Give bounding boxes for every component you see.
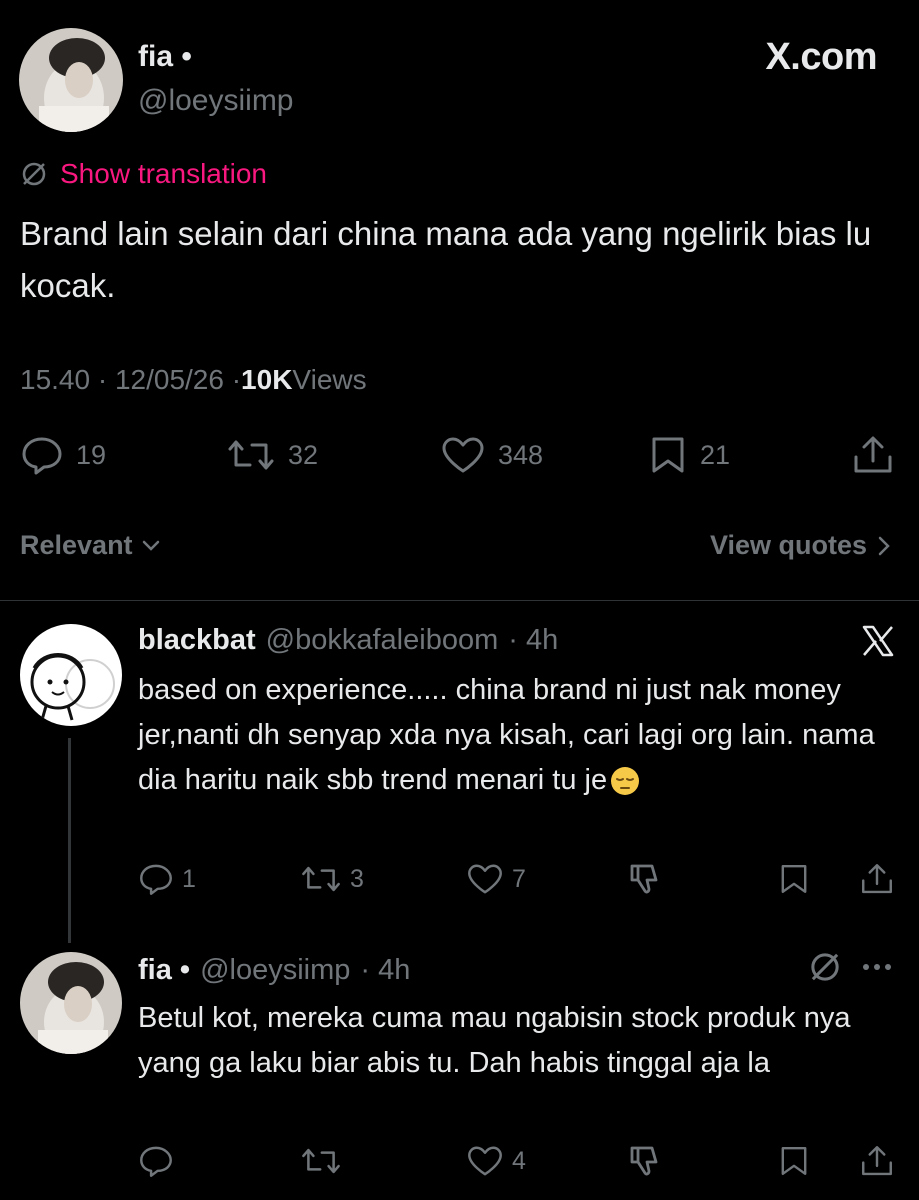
reply-icon [138,1144,174,1178]
chevron-down-icon [141,539,161,553]
share-button[interactable] [852,435,894,475]
like-button[interactable]: 348 [440,435,543,475]
share-icon [860,862,894,896]
reply-downvote-button[interactable] [628,862,664,896]
reply-header: fia • @loeysiimp · 4h [138,954,410,987]
pensive-emoji [609,765,641,797]
x-com-logo: X.com [765,36,877,78]
thread-connector [68,738,71,943]
sort-relevant-label: Relevant [20,530,133,560]
reply-icon [138,862,174,896]
post-meta: 15.40 · 12/05/26 · 10K Views [20,364,367,396]
heart-icon [440,435,486,475]
views-count: 10K [241,364,293,395]
reply-bookmark-button[interactable] [778,1144,810,1178]
repost-count: 32 [288,439,319,470]
repost-count: 3 [350,864,364,893]
heart-icon [466,862,504,896]
sort-relevant-dropdown[interactable]: Relevant [20,530,161,561]
reply-icon [20,435,64,475]
reply-avatar[interactable] [20,952,122,1054]
chevron-right-icon [877,535,891,557]
reply-handle[interactable]: @bokkafaleiboom [266,624,499,657]
reply-button[interactable]: 19 [20,435,106,475]
thumbs-down-icon [628,862,664,896]
view-quotes-label: View quotes [709,530,867,560]
heart-icon [466,1144,504,1178]
bookmark-count: 21 [700,439,731,470]
post-text: Brand lain selain dari china mana ada ya… [20,215,872,304]
like-count: 7 [512,864,526,893]
like-count: 4 [512,1146,526,1175]
reply-repost-button[interactable] [300,1144,342,1178]
views-label: Views [292,364,367,395]
reply-body: based on experience..... china brand ni … [138,674,875,796]
reply-share-button[interactable] [860,1144,894,1178]
reply-count: 19 [76,439,107,470]
reply-repost-button[interactable]: 3 [300,862,364,896]
translate-icon[interactable] [808,950,842,984]
more-options-icon[interactable] [862,962,892,972]
author-avatar[interactable] [19,28,123,132]
reply-timestamp[interactable]: · 4h [508,624,558,657]
reply-like-button[interactable]: 7 [466,862,526,896]
like-count: 348 [498,439,544,470]
reply-display-name[interactable]: fia • [138,954,190,987]
reply-text: Betul kot, mereka cuma mau ngabisin stoc… [138,1002,851,1079]
reply-avatar[interactable] [20,624,122,726]
share-icon [852,435,894,475]
bookmark-icon [778,1144,810,1178]
author-handle[interactable]: @loeysiimp [138,84,294,118]
divider [0,600,919,601]
repost-icon [226,435,276,475]
reply-bookmark-button[interactable] [778,862,810,896]
repost-button[interactable]: 32 [226,435,318,475]
post-timestamp[interactable]: 15.40 · 12/05/26 · [20,364,241,396]
translate-icon [20,160,48,188]
reply-reply-button[interactable]: 1 [138,862,196,896]
reply-timestamp[interactable]: · 4h [360,954,410,987]
reply-handle[interactable]: @loeysiimp [200,954,350,987]
reply-header: blackbat @bokkafaleiboom · 4h [138,624,558,657]
repost-icon [300,1144,342,1178]
share-icon [860,1144,894,1178]
reply-downvote-button[interactable] [628,1144,664,1178]
reply-count: 1 [182,864,196,893]
repost-icon [300,862,342,896]
thumbs-down-icon [628,1144,664,1178]
reply-text: based on experience..... china brand ni … [138,668,908,803]
view-quotes-link[interactable]: View quotes [710,530,891,561]
x-logo-icon [861,624,895,658]
reply-reply-button[interactable] [138,1144,174,1178]
bookmark-button[interactable]: 21 [648,435,730,475]
author-display-name[interactable]: fia • [138,40,192,74]
show-translation-link[interactable]: Show translation [20,158,267,190]
reply-like-button[interactable]: 4 [466,1144,526,1178]
bookmark-icon [648,435,688,475]
reply-display-name[interactable]: blackbat [138,624,256,657]
reply-share-button[interactable] [860,862,894,896]
bookmark-icon [778,862,810,896]
show-translation-label: Show translation [60,158,268,189]
